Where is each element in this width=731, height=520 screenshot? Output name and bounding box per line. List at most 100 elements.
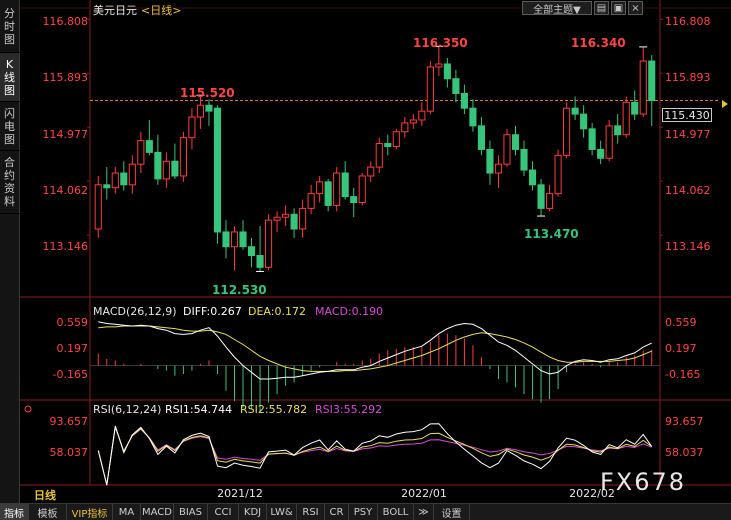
candle-body bbox=[511, 134, 520, 150]
fullscreen-icon[interactable]: ▣ bbox=[611, 1, 626, 15]
candle-body bbox=[571, 107, 579, 115]
candle-body bbox=[563, 107, 571, 156]
indicator-tab[interactable]: BIAS bbox=[174, 504, 208, 520]
candle-body bbox=[324, 181, 332, 206]
candle-body bbox=[367, 166, 375, 177]
candle-body bbox=[316, 181, 324, 195]
candle-body bbox=[469, 107, 477, 127]
price-tick-right: 116.808 bbox=[665, 15, 711, 28]
macd-tick-right: 0.197 bbox=[665, 342, 697, 355]
rsi-layer bbox=[97, 423, 653, 486]
price-tick: 113.146 bbox=[43, 240, 89, 253]
candle-body bbox=[171, 160, 179, 177]
candle-body bbox=[256, 255, 264, 268]
candle-body bbox=[528, 169, 537, 186]
candle-body bbox=[605, 125, 613, 159]
candle-body bbox=[614, 125, 622, 136]
indicator-tab[interactable]: MA bbox=[113, 504, 141, 520]
indicator-tab[interactable]: PSY bbox=[349, 504, 378, 520]
candle-body bbox=[341, 172, 349, 198]
candle-body bbox=[426, 66, 434, 112]
candle-body bbox=[162, 160, 170, 180]
candle-body bbox=[460, 92, 468, 109]
candle-body bbox=[111, 172, 119, 189]
macd-diff: DIFF:0.267 bbox=[183, 305, 242, 318]
low-label: 112.530 bbox=[212, 283, 267, 297]
candle-body bbox=[494, 163, 503, 174]
candle-body bbox=[554, 154, 562, 195]
indicator-tab[interactable]: MACD bbox=[141, 504, 174, 520]
candle-body bbox=[205, 104, 213, 112]
candle-body bbox=[580, 113, 588, 130]
candle-body bbox=[648, 60, 656, 102]
time-tick: 2021/12 bbox=[217, 487, 263, 500]
macd-tick-right: 0.559 bbox=[665, 316, 697, 329]
candle-body bbox=[435, 63, 443, 68]
candle-body bbox=[333, 172, 341, 206]
candle-body bbox=[222, 231, 230, 248]
time-tick: 2022/01 bbox=[401, 487, 447, 500]
candle-body bbox=[196, 104, 205, 118]
candle-body bbox=[503, 134, 511, 165]
rsi2-value: RSI2:55.782 bbox=[240, 403, 307, 416]
candle-body bbox=[418, 110, 426, 121]
indicator-tab[interactable]: CCI bbox=[208, 504, 239, 520]
candle-body bbox=[145, 140, 153, 153]
candle-body bbox=[247, 246, 256, 257]
macd-tick: 0.197 bbox=[57, 342, 89, 355]
price-tick-right: 113.146 bbox=[665, 240, 711, 253]
candle-body bbox=[622, 101, 630, 136]
indicator-tab[interactable]: RSI bbox=[297, 504, 325, 520]
indicator-tab[interactable]: VIP指标 bbox=[67, 504, 113, 520]
period-title: <日线> bbox=[141, 3, 181, 17]
indicator-tab[interactable]: ≫ bbox=[414, 504, 434, 520]
candle-body bbox=[520, 148, 528, 171]
current-price-tag: 115.430 bbox=[662, 108, 712, 122]
rsi1-value: RSI1:54.744 bbox=[165, 403, 232, 416]
theme-dropdown[interactable]: 全部主题▼ bbox=[522, 1, 592, 16]
close-icon[interactable]: × bbox=[628, 1, 643, 15]
chart-window: 分 时 图 K 线 图 闪 电 图 合 约 资 料 美元日元 <日线> 116.… bbox=[0, 0, 731, 520]
rsi3-value: RSI3:55.292 bbox=[315, 403, 382, 416]
candle-body bbox=[137, 140, 145, 165]
high-label: 116.340 bbox=[571, 36, 626, 50]
rsi-settings-icon[interactable] bbox=[24, 405, 32, 413]
price-tick-right: 114.977 bbox=[665, 128, 711, 141]
price-tick: 116.808 bbox=[43, 15, 89, 28]
indicator-tab[interactable]: 指标 bbox=[0, 504, 29, 520]
indicator-tabbar: 指标 模板 VIP指标 MA MACD BIAS CCI KDJ LW& RSI CR PSY BOLL… bbox=[0, 503, 731, 520]
candle-body bbox=[120, 172, 128, 186]
indicator-tab[interactable]: CR bbox=[325, 504, 349, 520]
price-tick-right: 114.062 bbox=[665, 184, 711, 197]
indicator-tab[interactable]: KDJ bbox=[239, 504, 267, 520]
indicator-tab[interactable]: LW& bbox=[267, 504, 297, 520]
macd-value: MACD:0.190 bbox=[315, 305, 383, 318]
candle-body bbox=[103, 184, 111, 189]
rsi-tick-right: 58.037 bbox=[665, 446, 704, 459]
candle-body bbox=[639, 60, 647, 115]
indicator-tab[interactable]: 设置 bbox=[434, 504, 470, 520]
price-tick: 114.062 bbox=[43, 184, 89, 197]
candle-body bbox=[128, 163, 136, 186]
candle-body bbox=[452, 78, 460, 94]
candle-body bbox=[631, 101, 639, 115]
price-arrow-icon bbox=[722, 100, 728, 108]
candle-body bbox=[264, 219, 273, 268]
chart-toolbar-icon[interactable]: ▤ bbox=[594, 1, 609, 15]
candle-body bbox=[213, 107, 222, 233]
watermark-logo: FX678 bbox=[600, 468, 687, 496]
indicator-tab[interactable]: BOLL bbox=[378, 504, 414, 520]
candle-body bbox=[239, 231, 247, 248]
candle-body bbox=[290, 213, 298, 230]
candle-body bbox=[537, 184, 545, 209]
period-label: 日线 bbox=[34, 489, 56, 502]
candle-body bbox=[154, 151, 162, 180]
candle-body bbox=[299, 207, 307, 230]
candle-body bbox=[273, 216, 281, 221]
candle-body bbox=[307, 193, 315, 209]
low-label: 113.470 bbox=[524, 227, 579, 241]
indicator-tab[interactable]: 模板 bbox=[29, 504, 67, 520]
diff-line bbox=[98, 321, 652, 380]
symbol-title: 美元日元 bbox=[93, 4, 137, 17]
macd-tick: -0.165 bbox=[53, 368, 88, 381]
